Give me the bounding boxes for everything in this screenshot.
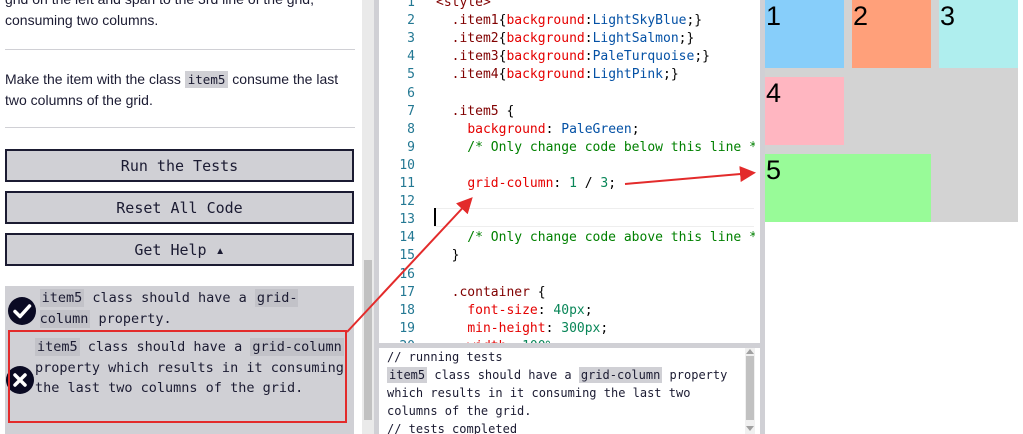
console-line: // tests completed bbox=[387, 422, 518, 434]
code-text[interactable]: <style> bbox=[436, 0, 491, 12]
line-number: 3 bbox=[407, 31, 415, 47]
test-text-part: property. bbox=[90, 310, 172, 327]
code-line[interactable]: 11 grid-column: 1 / 3; bbox=[379, 175, 755, 193]
divider bbox=[5, 49, 355, 50]
console-code: grid-column bbox=[578, 367, 663, 383]
code-text[interactable]: .item3{background:PaleTurquoise;} bbox=[436, 48, 710, 66]
line-number: 5 bbox=[407, 67, 415, 83]
line-number: 10 bbox=[399, 157, 415, 173]
line-number: 17 bbox=[399, 284, 415, 300]
check-circle-icon bbox=[5, 288, 40, 329]
code-text[interactable]: grid-column: 1 / 3; bbox=[436, 175, 616, 193]
test-code: item5 bbox=[39, 289, 85, 307]
test-text-part: class should have a bbox=[84, 290, 255, 306]
line-number: 11 bbox=[399, 176, 415, 191]
instructions-task: Make the item with the class item5 consu… bbox=[5, 69, 355, 111]
code-text[interactable]: .item1{background:LightSkyBlue;} bbox=[436, 12, 702, 30]
task-text-before: Make the item with the class bbox=[5, 71, 185, 87]
code-line[interactable]: 4 .item3{background:PaleTurquoise;} bbox=[379, 48, 755, 66]
line-number: 4 bbox=[407, 49, 415, 65]
code-line[interactable]: 6 bbox=[379, 85, 755, 103]
instructions-panel: grid on the left and span to the 3rd lin… bbox=[0, 0, 362, 434]
code-editor[interactable]: 1 <style> 2 .item1{background:LightSkyBlue… bbox=[379, 0, 755, 343]
scrollbar-thumb[interactable] bbox=[364, 260, 372, 420]
code-text[interactable]: .item5 { bbox=[436, 103, 515, 121]
code-line[interactable]: 3 .item2{background:LightSalmon;} bbox=[379, 30, 755, 48]
line-number: 6 bbox=[407, 85, 415, 101]
task-code-item5: item5 bbox=[184, 71, 229, 88]
code-text[interactable]: /* Only change code below this line */ bbox=[436, 139, 755, 157]
grid-container: 1 2 3 4 5 bbox=[765, 0, 1018, 222]
run-tests-button[interactable]: Run the Tests bbox=[5, 149, 354, 182]
console-code: item5 bbox=[387, 367, 428, 383]
code-line[interactable]: 5 .item4{background:LightPink;} bbox=[379, 66, 755, 84]
code-text[interactable]: } bbox=[436, 247, 460, 265]
output-console: // running tests item5 class should have… bbox=[379, 348, 745, 434]
scroll-down-icon[interactable] bbox=[746, 426, 754, 432]
test-text: item5 class should have a grid-column pr… bbox=[39, 288, 354, 329]
annotation-highlight-box bbox=[8, 330, 347, 423]
get-help-button[interactable]: Get Help ▴ bbox=[5, 233, 354, 266]
console-test-output: item5 class should have a grid-column pr… bbox=[387, 366, 745, 420]
code-line[interactable]: 10 bbox=[379, 157, 755, 175]
line-number: 9 bbox=[407, 139, 415, 155]
code-text[interactable]: background: PaleGreen; bbox=[436, 121, 639, 139]
instructions-intro: grid on the left and span to the 3rd lin… bbox=[5, 0, 314, 28]
code-text[interactable]: /* Only change code above this line */ bbox=[436, 229, 755, 247]
grid-item-1: 1 bbox=[765, 0, 844, 68]
divider bbox=[5, 127, 355, 128]
console-text: class should have a bbox=[427, 368, 579, 382]
code-line[interactable]: 8 background: PaleGreen; bbox=[379, 121, 755, 139]
code-line[interactable]: 7 .item5 { bbox=[379, 103, 755, 121]
line-number: 2 bbox=[407, 13, 415, 29]
console-scrollbar[interactable] bbox=[745, 348, 755, 434]
grid-item-2: 2 bbox=[852, 0, 931, 68]
code-line[interactable]: 1 <style> bbox=[379, 0, 755, 12]
line-number: 13 bbox=[399, 212, 415, 228]
code-text[interactable]: .container { bbox=[436, 284, 546, 302]
code-line[interactable]: 15 } bbox=[379, 247, 755, 265]
reset-code-button[interactable]: Reset All Code bbox=[5, 191, 354, 224]
code-line[interactable]: 16 bbox=[379, 266, 755, 284]
text-caret bbox=[434, 208, 436, 226]
scrollbar-thumb[interactable] bbox=[746, 356, 754, 420]
grid-item-3: 3 bbox=[939, 0, 1018, 68]
line-number: 19 bbox=[399, 320, 415, 336]
test-item-passed: item5 class should have a grid-column pr… bbox=[5, 288, 354, 329]
line-number: 18 bbox=[399, 302, 415, 318]
line-number: 16 bbox=[399, 266, 415, 282]
line-number: 1 bbox=[407, 0, 415, 10]
preview-pane: 1 2 3 4 5 bbox=[765, 0, 1023, 434]
line-number: 12 bbox=[399, 194, 415, 210]
scroll-up-icon[interactable] bbox=[746, 348, 754, 354]
code-line[interactable]: 18 font-size: 40px; bbox=[379, 302, 755, 320]
line-number: 14 bbox=[399, 230, 415, 246]
instructions-scrollbar[interactable] bbox=[362, 0, 374, 434]
code-text[interactable]: font-size: 40px; bbox=[436, 302, 592, 320]
code-line[interactable]: 14 /* Only change code above this line *… bbox=[379, 229, 755, 247]
code-line[interactable]: 17 .container { bbox=[379, 284, 755, 302]
line-number: 7 bbox=[407, 103, 415, 119]
console-line: // running tests bbox=[387, 350, 503, 364]
line-number: 8 bbox=[407, 121, 415, 137]
code-line[interactable]: 19 min-height: 300px; bbox=[379, 320, 755, 338]
code-text[interactable]: .item2{background:LightSalmon;} bbox=[436, 30, 695, 48]
code-text[interactable]: .item4{background:LightPink;} bbox=[436, 66, 679, 84]
grid-item-5: 5 bbox=[765, 154, 931, 222]
line-number: 15 bbox=[399, 248, 415, 264]
grid-item-4: 4 bbox=[765, 77, 844, 145]
code-line[interactable]: 2 .item1{background:LightSkyBlue;} bbox=[379, 12, 755, 30]
code-line[interactable]: 9 /* Only change code below this line */ bbox=[379, 139, 755, 157]
code-text[interactable]: min-height: 300px; bbox=[436, 320, 608, 338]
